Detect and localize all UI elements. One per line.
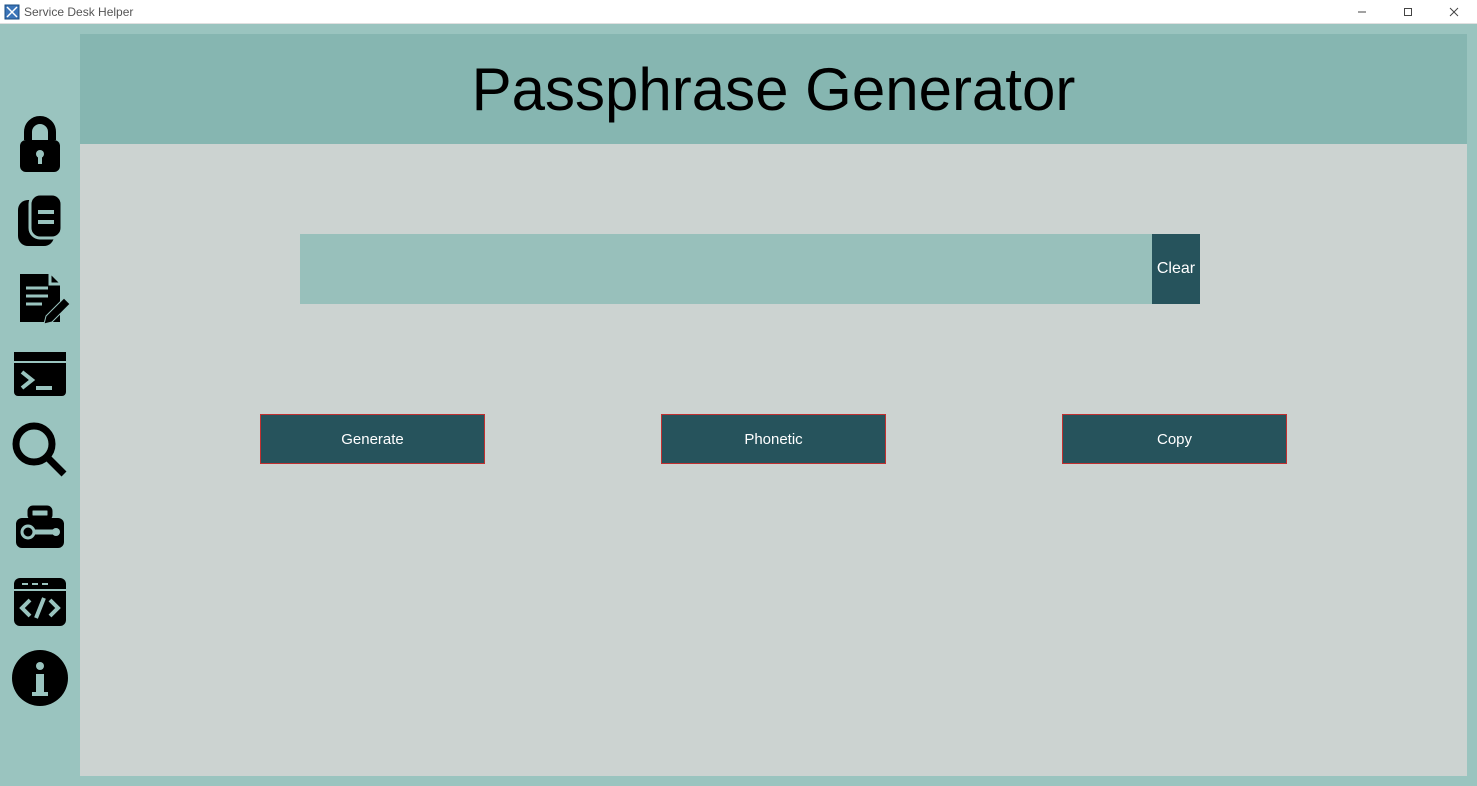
- clipboard-icon[interactable]: [8, 190, 72, 254]
- code-icon[interactable]: [8, 570, 72, 634]
- maximize-button[interactable]: [1385, 0, 1431, 24]
- edit-note-icon[interactable]: [8, 266, 72, 330]
- sidebar: [0, 24, 80, 786]
- content-area: Clear Generate Phonetic Copy: [80, 144, 1467, 776]
- copy-button[interactable]: Copy: [1062, 414, 1287, 464]
- lock-icon[interactable]: [8, 114, 72, 178]
- info-icon[interactable]: [8, 646, 72, 710]
- search-icon[interactable]: [8, 418, 72, 482]
- page-title: Passphrase Generator: [472, 55, 1076, 124]
- terminal-icon[interactable]: [8, 342, 72, 406]
- window-titlebar: Service Desk Helper: [0, 0, 1477, 24]
- main-panel: Passphrase Generator Clear Generate Phon…: [80, 34, 1467, 776]
- header-banner: Passphrase Generator: [80, 34, 1467, 144]
- window-title: Service Desk Helper: [24, 5, 133, 19]
- minimize-button[interactable]: [1339, 0, 1385, 24]
- action-button-row: Generate Phonetic Copy: [200, 414, 1347, 464]
- titlebar-left: Service Desk Helper: [4, 4, 133, 20]
- toolbox-icon[interactable]: [8, 494, 72, 558]
- window-controls: [1339, 0, 1477, 24]
- generate-button[interactable]: Generate: [260, 414, 485, 464]
- phonetic-button[interactable]: Phonetic: [661, 414, 886, 464]
- passphrase-row: Clear: [300, 234, 1200, 304]
- clear-button[interactable]: Clear: [1152, 234, 1200, 304]
- app-icon: [4, 4, 20, 20]
- passphrase-input[interactable]: [300, 234, 1152, 304]
- app-body: Passphrase Generator Clear Generate Phon…: [0, 24, 1477, 786]
- close-button[interactable]: [1431, 0, 1477, 24]
